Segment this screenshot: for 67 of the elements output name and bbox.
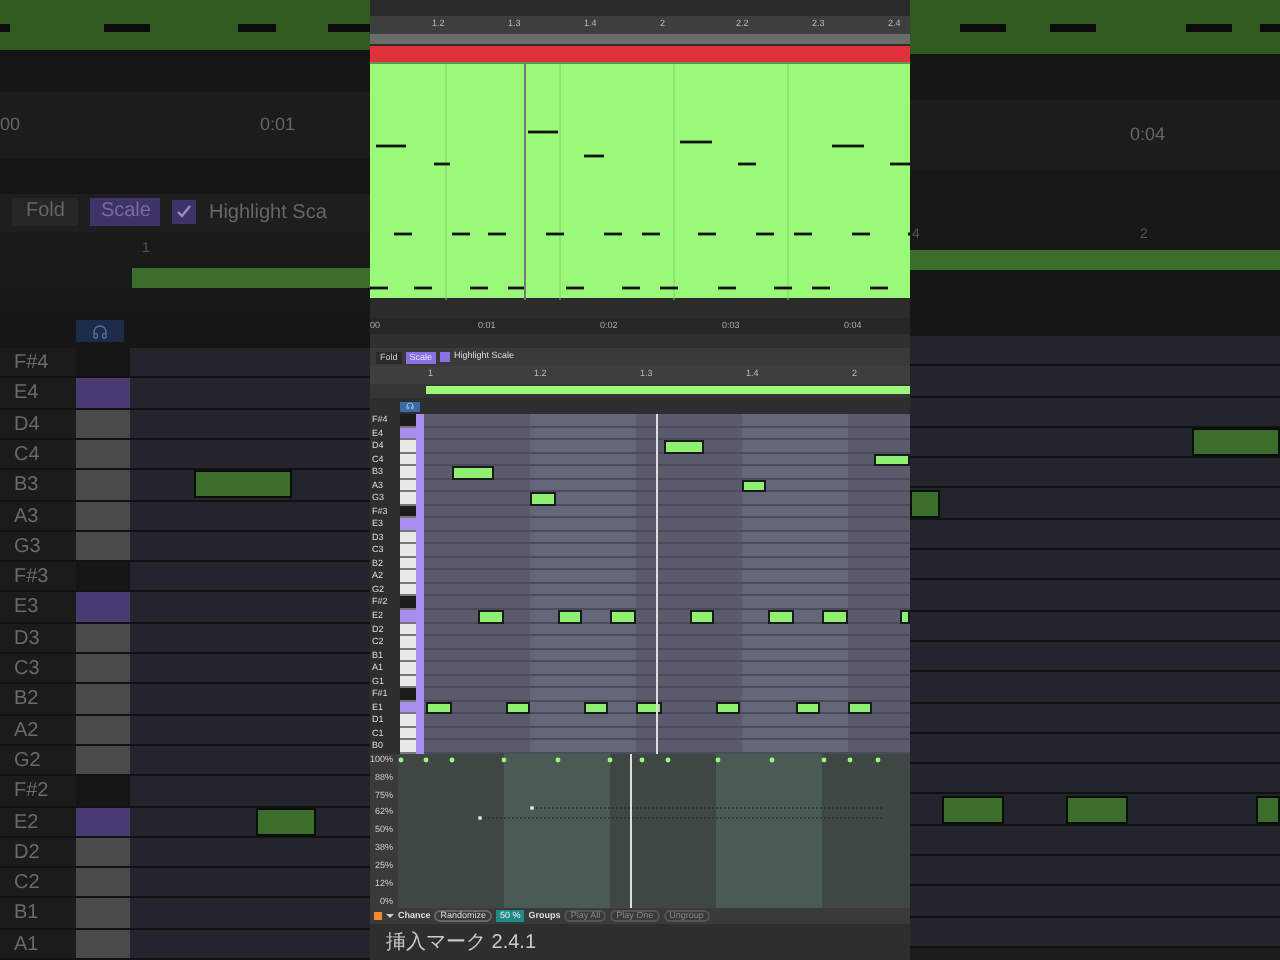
highlight-checkbox[interactable] xyxy=(172,200,197,225)
key-label: F#3 xyxy=(12,564,51,591)
key-label: D3 xyxy=(12,625,42,653)
note-dash xyxy=(960,24,1006,32)
headphones-icon xyxy=(406,402,414,410)
key-label: A3 xyxy=(12,503,41,530)
note-dash xyxy=(0,24,10,32)
key-label: C2 xyxy=(12,870,42,897)
key-label: D4 xyxy=(12,411,42,438)
chance-marker[interactable] xyxy=(448,757,454,763)
midi-note[interactable] xyxy=(664,440,704,454)
key-label: E2 xyxy=(12,809,41,836)
midi-note[interactable] xyxy=(558,610,582,624)
note-dash xyxy=(104,24,150,32)
key-label: F#2 xyxy=(12,778,51,806)
midi-note[interactable] xyxy=(478,610,504,624)
chance-marker[interactable] xyxy=(554,757,560,763)
midi-note[interactable] xyxy=(610,610,636,624)
key-label: B1 xyxy=(12,900,41,928)
scale-button[interactable]: Scale xyxy=(90,198,161,227)
key-label: D2 xyxy=(12,839,42,867)
key-label: A1 xyxy=(12,931,41,959)
chance-marker[interactable] xyxy=(638,757,644,763)
key-label: A2 xyxy=(12,717,41,744)
key-label: C4 xyxy=(12,441,42,469)
midi-note[interactable] xyxy=(452,466,494,480)
highlight-scale-label: Highlight Sca xyxy=(208,199,327,228)
midi-note[interactable] xyxy=(690,610,714,624)
midi-note[interactable] xyxy=(822,610,848,624)
time-label: 0:01 xyxy=(260,111,296,138)
chance-marker[interactable] xyxy=(397,757,403,763)
highlight-checkbox[interactable] xyxy=(440,352,451,362)
note-dash xyxy=(1186,24,1232,32)
key-label: F#4 xyxy=(12,350,51,377)
key-label: E4 xyxy=(12,380,41,408)
key-label: G3 xyxy=(12,533,43,561)
midi-note[interactable] xyxy=(530,492,556,506)
chance-marker[interactable] xyxy=(768,757,774,763)
midi-note[interactable] xyxy=(900,610,910,624)
time-label: 0:04 xyxy=(1130,121,1166,148)
chance-marker[interactable] xyxy=(714,757,720,763)
midi-note[interactable] xyxy=(768,610,794,624)
note-dash xyxy=(1260,24,1280,32)
chance-marker[interactable] xyxy=(606,757,612,763)
time-label: 00 xyxy=(0,111,23,138)
chance-marker[interactable] xyxy=(500,757,506,763)
chance-marker[interactable] xyxy=(422,757,428,763)
key-label: B3 xyxy=(12,472,41,500)
headphones-icon xyxy=(92,323,108,340)
key-label: C3 xyxy=(12,656,42,683)
note-dash xyxy=(328,24,370,32)
checkmark-icon xyxy=(176,204,193,221)
chance-marker[interactable] xyxy=(664,757,670,763)
preview-button[interactable] xyxy=(76,320,124,343)
status-text: 挿入マーク 2.4.1 xyxy=(386,929,537,957)
chance-marker[interactable] xyxy=(820,757,826,763)
fold-button[interactable]: Fold xyxy=(12,198,79,227)
chance-marker[interactable] xyxy=(846,757,852,763)
dropdown-icon[interactable] xyxy=(386,912,394,920)
note-dash xyxy=(238,24,276,32)
clip-icon xyxy=(374,912,382,920)
key-label: G2 xyxy=(12,747,43,775)
preview-button[interactable] xyxy=(400,401,420,411)
note-dash xyxy=(1050,24,1096,32)
chance-marker[interactable] xyxy=(874,757,880,763)
key-label: E3 xyxy=(12,594,41,622)
key-label: B2 xyxy=(12,686,41,714)
